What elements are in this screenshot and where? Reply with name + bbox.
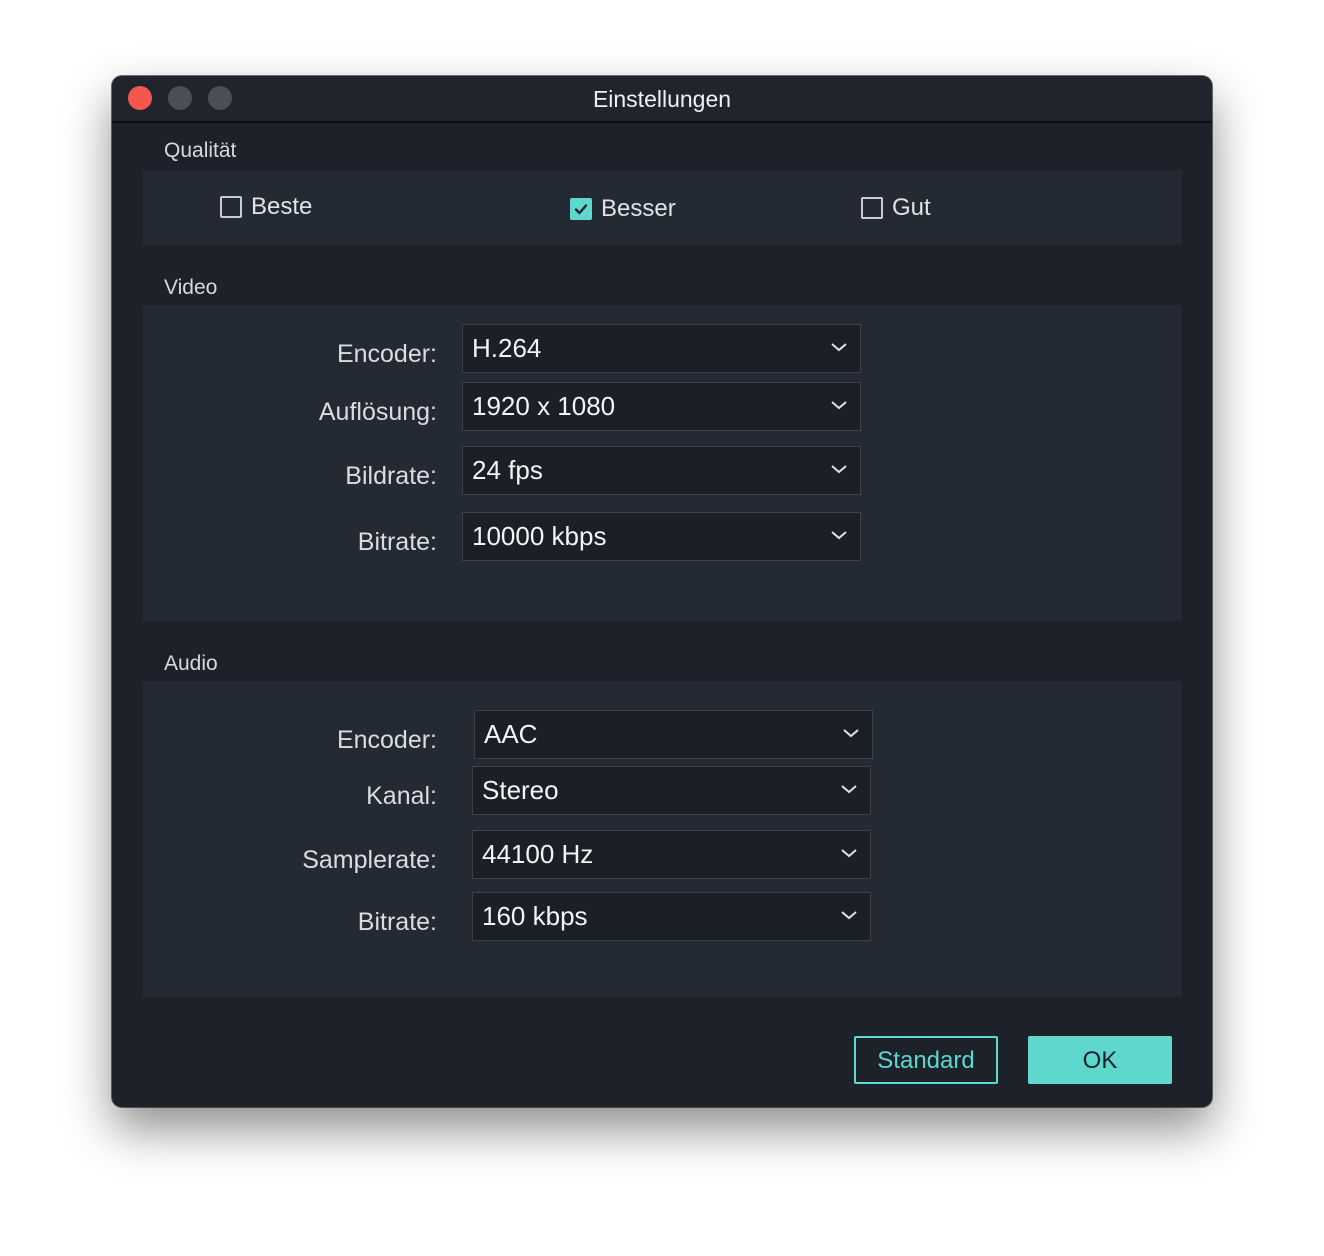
chevron-down-icon <box>843 729 859 738</box>
quality-option-label: Besser <box>601 195 676 222</box>
audio-channel-value: Stereo <box>482 775 559 805</box>
checkbox-besser[interactable] <box>570 198 592 220</box>
chevron-down-icon <box>831 465 847 474</box>
audio-bitrate-value: 160 kbps <box>482 901 588 931</box>
video-bitrate-select[interactable]: 10000 kbps <box>462 512 861 561</box>
audio-encoder-select[interactable]: AAC <box>474 710 873 759</box>
video-framerate-label: Bildrate: <box>345 462 437 490</box>
chevron-down-icon <box>831 343 847 352</box>
audio-samplerate-select[interactable]: 44100 Hz <box>472 830 871 879</box>
audio-encoder-label: Encoder: <box>336 726 437 754</box>
chevron-down-icon <box>831 401 847 410</box>
quality-panel: Beste Besser Gut <box>143 170 1182 245</box>
standard-button[interactable]: Standard <box>854 1036 998 1084</box>
quality-option-besser[interactable]: Besser <box>570 195 676 223</box>
video-encoder-value: H.264 <box>472 333 542 363</box>
quality-section-label: Qualität <box>164 139 237 162</box>
quality-option-label: Gut <box>892 194 931 221</box>
audio-bitrate-label: Bitrate: <box>357 908 437 936</box>
chevron-down-icon <box>841 849 857 858</box>
audio-samplerate-value: 44100 Hz <box>482 839 594 869</box>
audio-channel-select[interactable]: Stereo <box>472 766 871 815</box>
video-resolution-value: 1920 x 1080 <box>472 391 616 421</box>
video-resolution-label: Auflösung: <box>318 398 437 426</box>
quality-option-beste[interactable]: Beste <box>220 193 312 221</box>
video-framerate-value: 24 fps <box>472 455 543 485</box>
chevron-down-icon <box>831 531 847 540</box>
quality-option-label: Beste <box>251 193 313 220</box>
quality-option-gut[interactable]: Gut <box>861 194 931 222</box>
checkbox-beste[interactable] <box>220 196 242 218</box>
video-resolution-select[interactable]: 1920 x 1080 <box>462 382 861 431</box>
chevron-down-icon <box>841 785 857 794</box>
audio-samplerate-label: Samplerate: <box>302 846 437 874</box>
settings-window: Einstellungen Qualität Beste Besser Gut … <box>112 76 1212 1107</box>
title-bar[interactable]: Einstellungen <box>112 76 1212 123</box>
window-title: Einstellungen <box>592 86 732 112</box>
video-framerate-select[interactable]: 24 fps <box>462 446 861 495</box>
audio-bitrate-select[interactable]: 160 kbps <box>472 892 871 941</box>
video-section-label: Video <box>164 276 218 299</box>
audio-encoder-value: AAC <box>484 719 538 749</box>
ok-button[interactable]: OK <box>1028 1036 1172 1084</box>
video-encoder-label: Encoder: <box>336 340 437 368</box>
audio-channel-label: Kanal: <box>366 782 437 810</box>
checkmark-icon <box>574 204 588 215</box>
audio-section-label: Audio <box>164 652 218 675</box>
video-bitrate-label: Bitrate: <box>357 528 437 556</box>
chevron-down-icon <box>841 911 857 920</box>
checkbox-gut[interactable] <box>861 197 883 219</box>
video-encoder-select[interactable]: H.264 <box>462 324 861 373</box>
video-bitrate-value: 10000 kbps <box>472 521 607 551</box>
